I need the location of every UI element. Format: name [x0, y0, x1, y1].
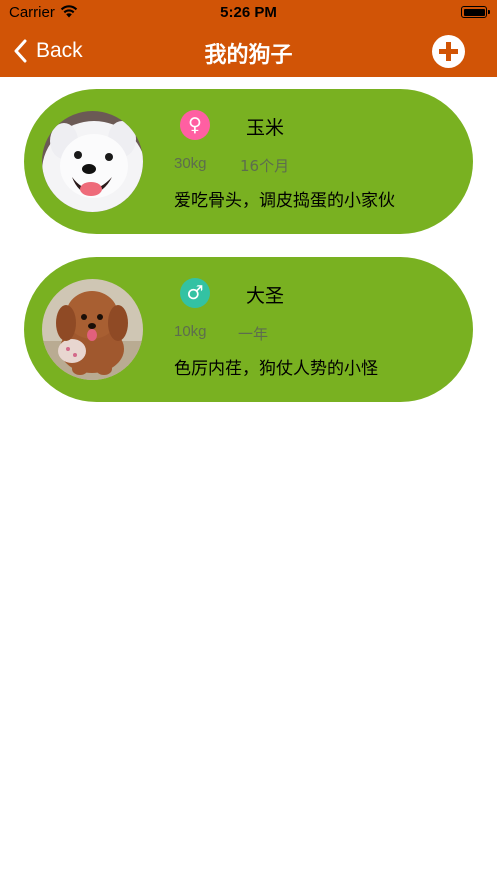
- dog-weight: 10kg: [174, 323, 207, 340]
- add-dog-button[interactable]: [432, 35, 465, 68]
- dog-card[interactable]: ♂ 大圣 10kg 一年 色厉内荏，狗仗人势的小怪: [24, 257, 473, 402]
- dog-description: 爱吃骨头，调皮捣蛋的小家伙: [174, 191, 395, 211]
- brown-poodle-photo: [42, 279, 143, 380]
- dog-age: 16个月: [240, 157, 290, 175]
- male-icon: ♂: [180, 278, 210, 308]
- navigation-bar: Back 我的狗子: [0, 26, 497, 77]
- gender-symbol: ♀: [188, 114, 202, 136]
- dog-weight: 30kg: [174, 155, 207, 172]
- dog-avatar: [42, 111, 143, 212]
- white-samoyed-photo: [42, 111, 143, 212]
- gender-symbol: ♂: [186, 282, 204, 304]
- page-title: 我的狗子: [204, 43, 293, 68]
- female-icon: ♀: [180, 110, 210, 140]
- dog-age: 一年: [238, 325, 269, 343]
- dog-avatar: [42, 279, 143, 380]
- dog-name: 玉米: [246, 117, 285, 139]
- status-time: 5:26 PM: [220, 4, 277, 21]
- status-bar: Carrier 5:26 PM: [0, 0, 497, 26]
- dog-name: 大圣: [246, 285, 285, 307]
- dog-description: 色厉内荏，狗仗人势的小怪: [174, 359, 378, 379]
- battery-icon: [461, 6, 490, 18]
- dog-card[interactable]: ♀ 玉米 30kg 16个月 爱吃骨头，调皮捣蛋的小家伙: [24, 89, 473, 234]
